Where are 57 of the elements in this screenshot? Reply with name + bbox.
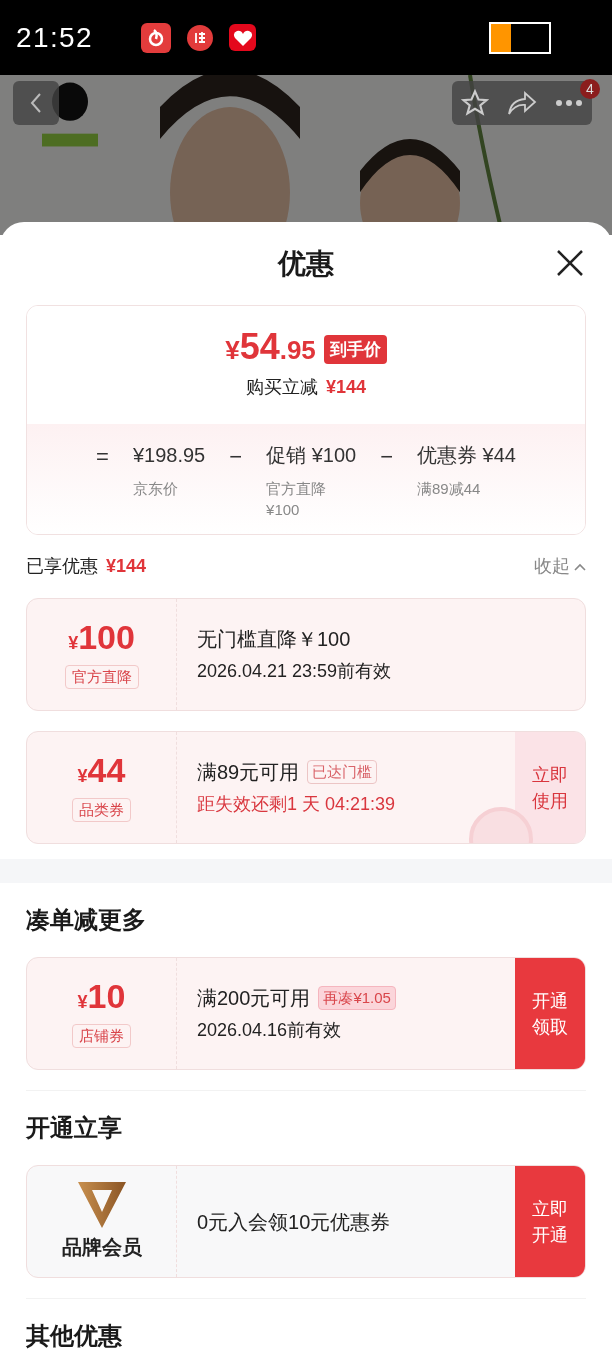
term-note: 满89减44 [417,479,482,499]
final-price: 54 [239,329,280,365]
currency-symbol: ¥ [225,335,240,367]
formula-term: 优惠券 ¥44 [417,443,516,468]
battery-icon [489,21,551,54]
coupon-title: 0元入会领10元优惠券 [197,1209,391,1235]
price-tag: 到手价 [323,334,387,365]
coupon-action-button[interactable]: 立即使用 [515,732,585,843]
currency-symbol: ¥ [77,765,88,788]
more-icon[interactable] [555,99,583,107]
back-chevron-icon [29,92,43,114]
enjoyed-value: ¥144 [106,555,147,578]
final-price-decimal: .95 [279,335,316,367]
close-button[interactable] [556,249,584,277]
star-icon[interactable] [461,89,489,117]
saving-value: ¥144 [325,376,366,399]
coupon-title: 满89元可用 [197,760,300,785]
sheet-title: 优惠 [278,246,334,281]
coupon-type: 官方直降 [64,664,139,690]
share-icon[interactable] [507,90,537,116]
coupon-amount: 100 [78,619,135,654]
currency-symbol: ¥ [68,632,79,655]
coupon-validity: 2026.04.16前有效 [197,1019,343,1042]
coupon-action-button[interactable]: 开通领取 [515,958,585,1069]
back-button[interactable] [13,81,59,125]
coupon-validity: 2026.04.21 23:59前有效 [197,660,393,683]
coupon-amount: 10 [87,978,126,1013]
coupon-type: 品类券 [72,797,131,823]
term-note: 官方直降¥100 [266,479,328,520]
coupon-amount: 44 [87,752,126,787]
deal-app-icon [187,24,214,51]
coupon-badge: 已达门槛 [307,759,378,785]
term-note: 京东价 [132,479,179,499]
clock: 21:52 [16,20,94,55]
formula-term: 促销 ¥100 [266,443,357,468]
section-title: 其他优惠 [26,1321,122,1350]
operator: = [96,443,109,471]
coupon-validity: 距失效还剩1 天 04:21:39 [197,793,397,816]
brand-logo-icon [77,1181,126,1228]
formula-term: ¥198.95 [132,443,206,468]
heart-app-icon [229,24,257,51]
saving-label: 购买立减 [245,376,318,399]
section-title: 开通立享 [26,1113,122,1143]
coupon-action-button[interactable]: 立即开通 [515,1166,585,1277]
operator: − [380,443,393,471]
coupon-type: 店铺券 [72,1023,131,1049]
enjoyed-label: 已享优惠 [26,555,98,578]
coupon-title: 满200元可用 [197,986,311,1011]
section-title: 凑单减更多 [26,905,146,935]
operator: − [229,443,243,471]
currency-symbol: ¥ [77,991,88,1014]
coupon-title: 无门槛直降￥100 [197,627,351,652]
coupon-type: 品牌会员 [61,1234,142,1260]
coupon-badge: 再凑¥1.05 [318,985,396,1011]
collapse-toggle[interactable]: 收起 [534,553,586,580]
chevron-icon [574,562,586,571]
music-app-icon [141,22,172,53]
